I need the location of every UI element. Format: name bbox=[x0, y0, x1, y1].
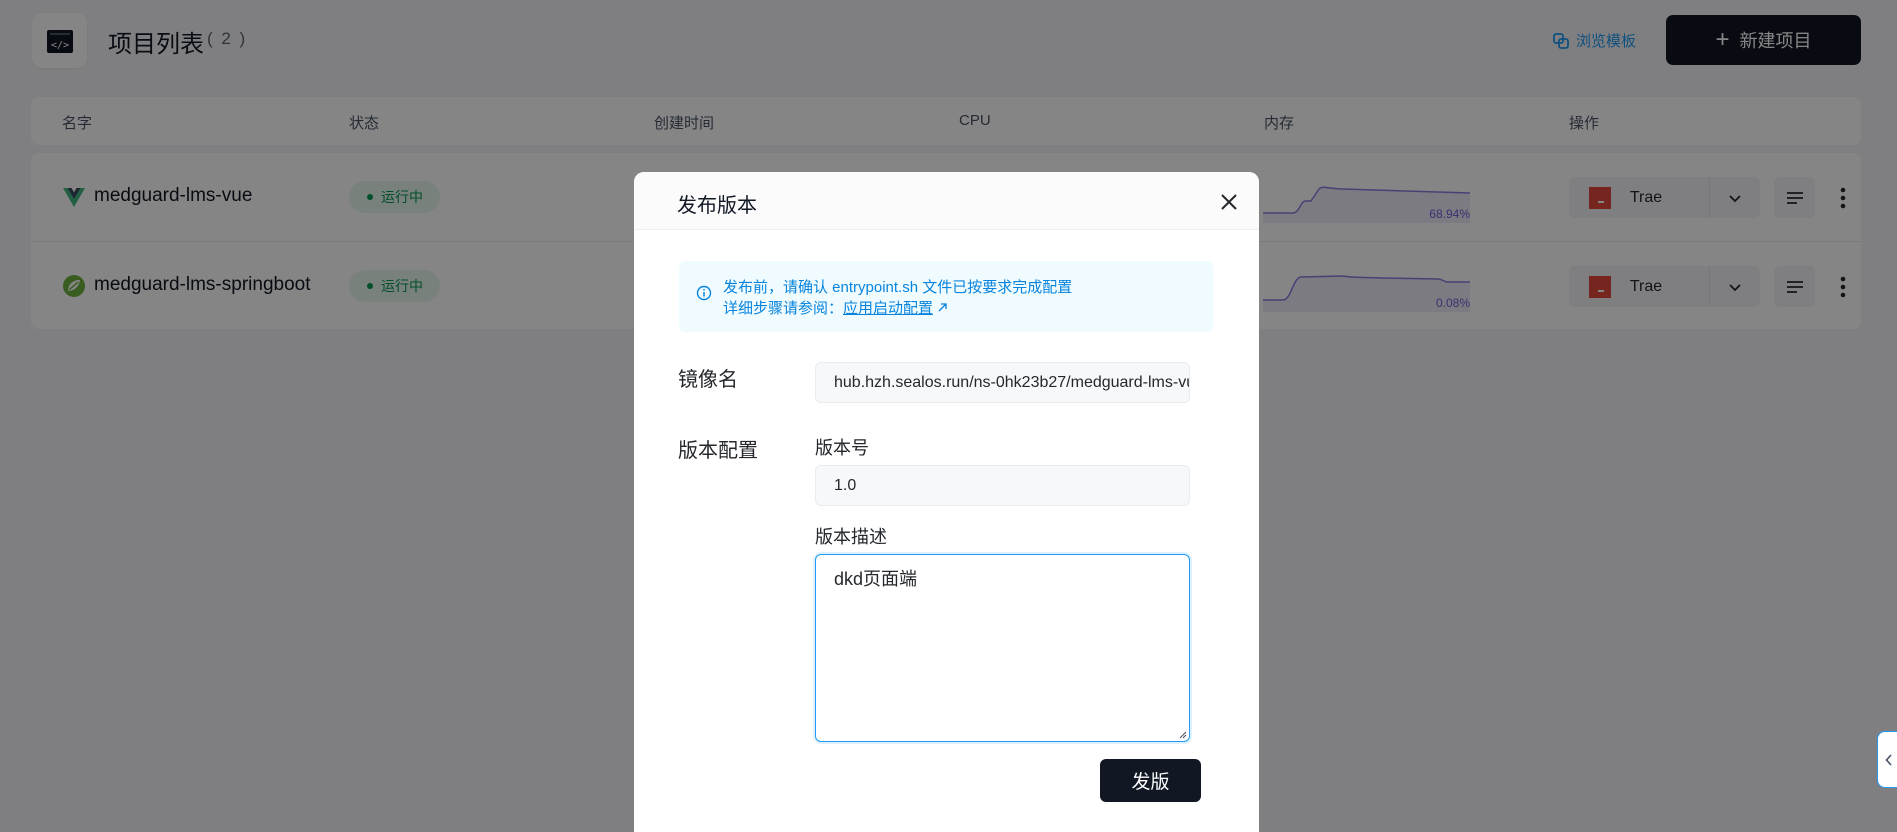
info-icon bbox=[696, 285, 712, 301]
notice-text: 发布前，请确认 entrypoint.sh 文件已按要求完成配置 bbox=[723, 279, 1073, 296]
version-number-input[interactable]: 1.0 bbox=[815, 465, 1190, 506]
notice-reference-prefix: 详细步骤请参阅： bbox=[723, 300, 844, 317]
version-description-value: dkd页面端 bbox=[834, 569, 918, 589]
version-number-label: 版本号 bbox=[815, 438, 869, 458]
entrypoint-notice: 发布前，请确认 entrypoint.sh 文件已按要求完成配置 详细步骤请参阅… bbox=[679, 261, 1213, 332]
dialog-header: 发布版本 bbox=[634, 172, 1259, 230]
dialog-title: 发布版本 bbox=[677, 195, 757, 217]
image-name-label: 镜像名 bbox=[678, 369, 738, 391]
startup-config-link[interactable]: 应用启动配置 bbox=[843, 300, 933, 317]
chevron-left-icon bbox=[1884, 753, 1892, 766]
version-description-label: 版本描述 bbox=[815, 527, 887, 547]
close-button[interactable] bbox=[1217, 190, 1241, 214]
notice-reference: 详细步骤请参阅：应用启动配置 bbox=[723, 297, 948, 318]
close-icon bbox=[1221, 194, 1237, 210]
version-description-textarea[interactable]: dkd页面端 bbox=[815, 554, 1190, 742]
resize-handle-icon[interactable] bbox=[1177, 729, 1187, 739]
version-config-label: 版本配置 bbox=[678, 440, 758, 462]
external-link-icon[interactable] bbox=[937, 302, 948, 313]
side-panel-toggle[interactable] bbox=[1877, 731, 1897, 788]
publish-version-dialog: 发布版本 发布前，请确认 entrypoint.sh 文件已按要求完成配置 详细… bbox=[634, 172, 1259, 832]
image-name-input[interactable]: hub.hzh.sealos.run/ns-0hk23b27/medguard-… bbox=[815, 362, 1190, 403]
publish-button[interactable]: 发版 bbox=[1100, 759, 1201, 802]
